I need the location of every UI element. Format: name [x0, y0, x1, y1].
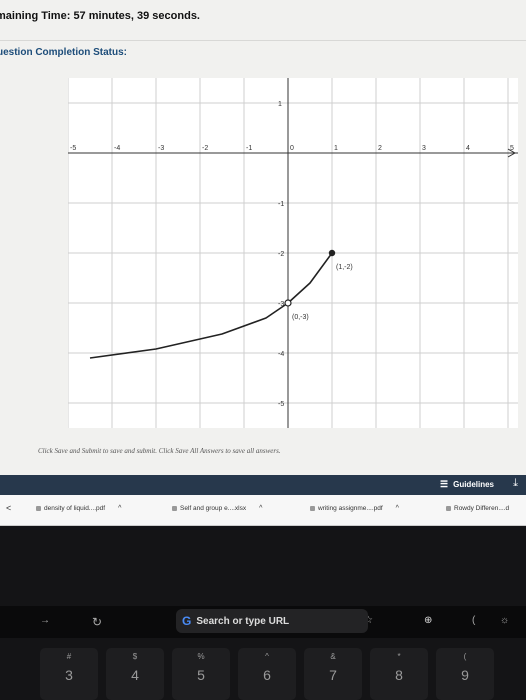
download-item[interactable]: Rowdy Differen....d — [446, 505, 509, 512]
x-tick-label: 4 — [466, 145, 470, 152]
key-3[interactable]: # 3 — [40, 648, 98, 700]
key-symbol: & — [330, 652, 336, 661]
download-item[interactable]: Self and group e....xlsx ^ — [172, 505, 262, 512]
x-tick-label: -2 — [202, 145, 208, 152]
guidelines-bar: ☰ Guidelines ⤓ — [0, 475, 526, 495]
guidelines-label: Guidelines — [453, 480, 494, 489]
key-symbol: % — [197, 652, 205, 661]
key-number: 5 — [197, 667, 205, 683]
key-5[interactable]: % 5 — [172, 648, 230, 700]
x-tick-label: 5 — [510, 145, 514, 152]
x-tick-label: -5 — [70, 145, 76, 152]
key-number: 7 — [329, 667, 337, 683]
guidelines-button[interactable]: ☰ Guidelines — [440, 479, 494, 490]
chevron-up-icon[interactable]: ^ — [118, 505, 121, 512]
y-tick-label: -5 — [278, 401, 284, 408]
y-tick-label: 1 — [278, 101, 282, 108]
download-arrow-icon[interactable]: ⤓ — [513, 477, 518, 490]
keyboard-row: # 3 $ 4 % 5 ^ 6 & 7 * 8 ( 9 — [0, 642, 526, 700]
browser-page: maining Time: 57 minutes, 39 seconds. ue… — [0, 0, 526, 475]
brightness-icon[interactable]: ☼ — [500, 615, 509, 626]
key-number: 6 — [263, 667, 271, 683]
key-symbol: ( — [463, 652, 467, 661]
paren-icon[interactable]: ( — [472, 615, 475, 626]
forward-icon[interactable]: → — [40, 615, 50, 626]
chevron-up-icon[interactable]: ^ — [259, 505, 262, 512]
graph: -5 -4 -3 -2 -1 0 1 2 3 4 51-1-2-3-4-5(1,-2)(0,-3) — [67, 78, 518, 428]
key-number: 3 — [65, 667, 73, 683]
downloads-bar: < density of liquid....pdf ^ Self and gr… — [0, 495, 526, 526]
timer-label: maining Time: — [0, 10, 71, 22]
key-symbol: $ — [132, 652, 138, 661]
point-label: (1,-2) — [336, 264, 353, 271]
download-name: density of liquid....pdf — [44, 505, 106, 512]
key-6[interactable]: ^ 6 — [238, 648, 296, 700]
file-icon — [172, 506, 177, 511]
question-completion-status: uestion Completion Status: — [0, 47, 127, 58]
x-tick-label: 0 — [290, 145, 294, 152]
x-tick-label: 2 — [378, 145, 382, 152]
key-4[interactable]: $ 4 — [106, 648, 164, 700]
timer-value: 57 minutes, 39 seconds. — [73, 10, 200, 22]
key-number: 9 — [461, 667, 469, 683]
divider — [0, 40, 526, 41]
key-symbol: ^ — [265, 652, 269, 661]
x-tick-label: -4 — [114, 145, 120, 152]
file-icon — [36, 506, 41, 511]
x-tick-label: 1 — [334, 145, 338, 152]
open-point — [284, 299, 292, 307]
chevron-up-icon[interactable]: ^ — [396, 505, 399, 512]
y-tick-label: -1 — [278, 201, 284, 208]
y-tick-label: -4 — [278, 351, 284, 358]
key-number: 8 — [395, 667, 403, 683]
save-instructions: Click Save and Submit to save and submit… — [38, 447, 281, 455]
list-icon: ☰ — [440, 479, 449, 489]
file-icon — [446, 506, 451, 511]
download-item[interactable]: density of liquid....pdf ^ — [36, 505, 121, 512]
graph-area: -5 -4 -3 -2 -1 0 1 2 3 4 5 1 -1 -2 -3 -4 -5 (1,-2) (0,-3) — [67, 78, 518, 428]
closed-point — [328, 249, 336, 257]
chevron-left-icon[interactable]: < — [6, 503, 11, 513]
key-symbol: * — [397, 652, 401, 661]
google-icon: G — [182, 614, 192, 628]
y-tick-label: -2 — [278, 251, 284, 258]
search-url-label: Search or type URL — [196, 615, 290, 627]
download-name: Self and group e....xlsx — [180, 505, 247, 512]
key-7[interactable]: & 7 — [304, 648, 362, 700]
file-icon — [310, 506, 315, 511]
reload-icon[interactable]: ↻ — [92, 615, 102, 629]
download-name: writing assignme....pdf — [318, 505, 383, 512]
key-9[interactable]: ( 9 — [436, 648, 494, 700]
add-tab-icon[interactable]: ⊕ — [424, 615, 432, 626]
x-tick-label: -1 — [246, 145, 252, 152]
point-label: (0,-3) — [292, 314, 309, 321]
download-item[interactable]: writing assignme....pdf ^ — [310, 505, 399, 512]
download-name: Rowdy Differen....d — [454, 505, 510, 512]
key-symbol: # — [66, 652, 72, 661]
search-url-button[interactable]: G Search or type URL — [176, 609, 368, 633]
key-8[interactable]: * 8 — [370, 648, 428, 700]
remaining-time: maining Time: 57 minutes, 39 seconds. — [0, 10, 200, 22]
x-tick-label: -3 — [158, 145, 164, 152]
x-tick-label: 3 — [422, 145, 426, 152]
key-number: 4 — [131, 667, 139, 683]
